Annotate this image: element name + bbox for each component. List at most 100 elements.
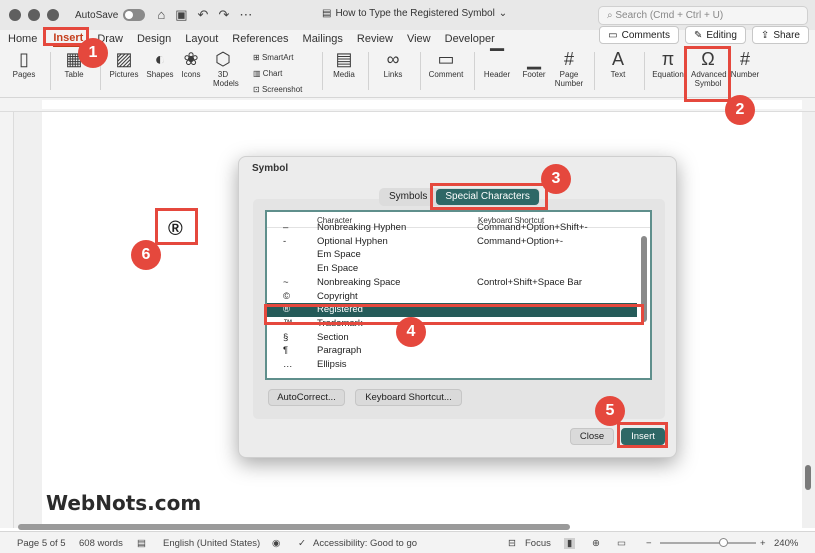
pictures-button[interactable]: ▨ Pictures (104, 48, 144, 79)
ribbon-divider (594, 52, 595, 90)
tab-layout[interactable]: Layout (185, 33, 218, 45)
media-button[interactable]: ▤ Media (326, 48, 362, 79)
number-button[interactable]: # Number (730, 48, 760, 79)
text-button[interactable]: A Text (600, 48, 636, 79)
list-item[interactable]: - Optional Hyphen Command+Option+- (267, 235, 637, 249)
keyboard-shortcut-button[interactable]: Keyboard Shortcut... (355, 389, 462, 406)
share-icon: ⇪ (760, 29, 770, 41)
list-item[interactable]: ~ Nonbreaking Space Control+Shift+Space Ba… (267, 276, 637, 290)
list-item[interactable]: Em Space (267, 248, 637, 262)
word-count[interactable]: 608 words (79, 538, 123, 549)
undo-icon[interactable]: ↶ (198, 7, 209, 23)
number-label: Number (730, 70, 760, 79)
header-icon: ▔ (490, 49, 504, 69)
page-number-button[interactable]: # Page Number (552, 48, 586, 88)
list-item[interactable]: § Section (267, 331, 637, 345)
screenshot-button[interactable]: ⊡ Screenshot (253, 82, 302, 98)
accessibility-icon[interactable]: ✓ (298, 538, 306, 549)
redo-icon[interactable]: ↷ (218, 7, 229, 23)
list-item[interactable]: © Copyright (267, 290, 637, 304)
zoom-slider-handle[interactable] (719, 538, 728, 547)
tab-mailings[interactable]: Mailings (303, 33, 343, 45)
row-name: Nonbreaking Hyphen (317, 222, 407, 233)
shapes-label: Shapes (146, 70, 174, 79)
save-icon[interactable]: ▣ (175, 7, 187, 23)
smartart-button[interactable]: ⊞ SmartArt (253, 50, 302, 66)
web-layout-icon[interactable]: ⊕ (592, 538, 600, 549)
callout-badge-5: 5 (595, 396, 625, 426)
horizontal-scrollbar[interactable] (18, 524, 570, 530)
accessibility-status[interactable]: Accessibility: Good to go (313, 538, 417, 549)
header-button[interactable]: ▔ Header (478, 48, 516, 79)
icons-button[interactable]: ❀ Icons (176, 48, 206, 79)
row-name: En Space (317, 263, 359, 275)
tab-references[interactable]: References (232, 33, 288, 45)
zoom-out-icon[interactable]: − (646, 538, 652, 549)
zoom-level[interactable]: 240% (774, 538, 798, 549)
links-button[interactable]: ∞ Links (374, 48, 412, 79)
zoom-slider[interactable] (660, 542, 756, 544)
page-number-label: Page Number (554, 70, 584, 88)
autocorrect-button[interactable]: AutoCorrect... (268, 389, 345, 406)
3d-models-button[interactable]: ⬡ 3D Models (206, 48, 240, 88)
pencil-icon: ✎ (693, 29, 703, 41)
footer-button[interactable]: ▁ Footer (516, 48, 552, 79)
focus-icon[interactable]: ⊟ (508, 538, 516, 549)
list-item[interactable]: En Space (267, 262, 637, 276)
comments-label: Comments (621, 29, 670, 41)
ribbon-divider (644, 52, 645, 90)
focus-label[interactable]: Focus (525, 538, 551, 549)
text-label: Text (610, 70, 626, 79)
share-label: Share (773, 29, 800, 41)
home-icon[interactable]: ⌂ (157, 7, 165, 23)
page-count[interactable]: Page 5 of 5 (17, 538, 66, 549)
equation-button[interactable]: π Equation (648, 48, 688, 79)
screenshot-label: Screenshot (261, 85, 303, 94)
tab-home[interactable]: Home (8, 33, 37, 45)
list-item[interactable]: ¶ Paragraph (267, 344, 637, 358)
chart-button[interactable]: ▥ Chart (253, 66, 302, 82)
autosave-toggle[interactable] (123, 9, 146, 21)
tab-view[interactable]: View (407, 33, 431, 45)
search-input[interactable]: ⌕ Search (Cmd + Ctrl + U) (598, 6, 808, 25)
status-bar: Page 5 of 5 608 words ▤ English (United … (0, 531, 815, 553)
ribbon-divider (420, 52, 421, 90)
vertical-scrollbar[interactable] (805, 465, 811, 490)
minimize-window-button[interactable] (28, 9, 40, 21)
list-item[interactable]: – Nonbreaking Hyphen Command+Option+Shift+… (267, 221, 637, 235)
tab-review[interactable]: Review (357, 33, 393, 45)
zoom-window-button[interactable] (47, 9, 59, 21)
link-icon: ∞ (386, 49, 400, 69)
proofing-icon[interactable]: ▤ (137, 538, 146, 549)
search-icon: ⌕ (607, 10, 613, 21)
comments-button[interactable]: ▭ Comments (599, 26, 679, 44)
pictures-label: Pictures (109, 70, 139, 79)
track-changes-icon[interactable]: ◉ (272, 538, 280, 549)
document-title[interactable]: ▤ How to Type the Registered Symbol ⌄ (322, 8, 507, 19)
close-window-button[interactable] (9, 9, 21, 21)
pages-button[interactable]: ▯ Pages (6, 48, 42, 79)
more-icon[interactable]: ⋯ (239, 7, 252, 23)
tab-design[interactable]: Design (137, 33, 171, 45)
read-mode-icon[interactable]: ▭ (617, 538, 626, 549)
close-button[interactable]: Close (570, 428, 614, 445)
highlight-advanced-symbol (684, 46, 731, 102)
callout-badge-2: 2 (725, 95, 755, 125)
editing-label: Editing (706, 29, 737, 41)
print-layout-icon[interactable]: ▮ (564, 538, 576, 549)
language[interactable]: English (United States) (163, 538, 260, 549)
list-item[interactable]: … Ellipsis (267, 358, 637, 372)
shapes-button[interactable]: ◐ Shapes (144, 48, 176, 79)
row-shortcut: Command+Option+Shift+- (477, 222, 588, 233)
share-button[interactable]: ⇪ Share (751, 26, 809, 44)
media-icon: ▤ (335, 49, 353, 69)
editing-button[interactable]: ✎ Editing (684, 26, 746, 44)
zoom-in-icon[interactable]: + (760, 538, 766, 549)
comment-button[interactable]: ▭ Comment (424, 48, 468, 79)
picture-icon: ▨ (115, 49, 133, 69)
cube-icon: ⬡ (215, 49, 231, 69)
special-characters-list[interactable]: Character Keyboard Shortcut – Nonbreaking… (265, 210, 652, 380)
tab-developer[interactable]: Developer (445, 33, 495, 45)
tab-symbols[interactable]: Symbols (380, 189, 436, 205)
row-glyph: … (283, 359, 293, 370)
